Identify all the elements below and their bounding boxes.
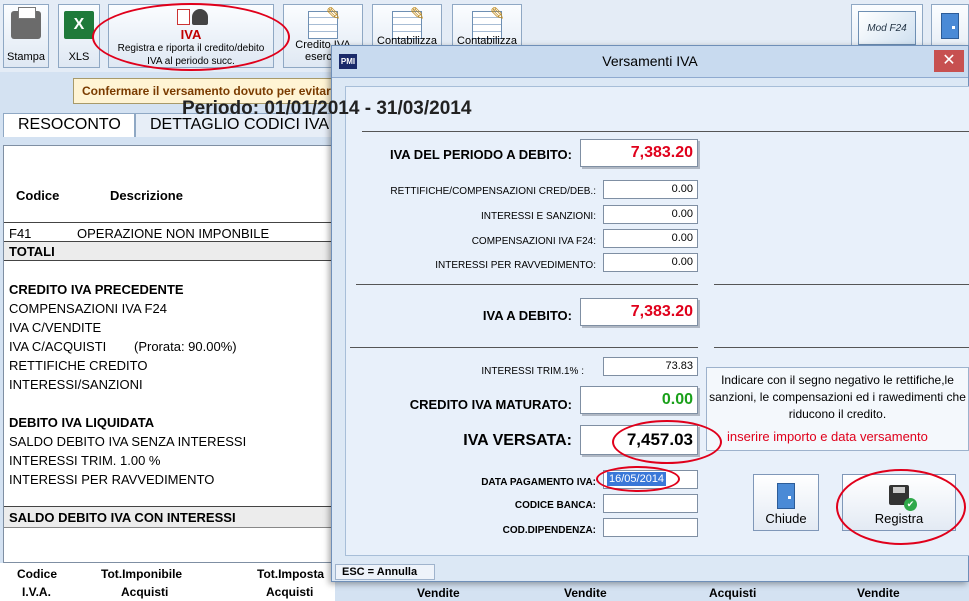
stampa-label: Stampa <box>7 51 45 63</box>
table-rule <box>4 222 334 223</box>
col-descrizione-header: Descrizione <box>110 188 183 203</box>
credito-label: CREDITO IVA MATURATO: <box>409 397 572 412</box>
totali-label: TOTALI <box>9 244 55 259</box>
stampa-button[interactable]: Stampa <box>3 4 49 68</box>
interessi-trim-label: INTERESSI TRIM.1% : <box>481 366 584 377</box>
table-rule <box>4 260 334 261</box>
iva-button[interactable]: IVA Registra e riporta il credito/debito… <box>108 4 274 68</box>
xls-label: XLS <box>68 51 90 63</box>
separator <box>714 284 969 285</box>
interessi-ravv-label: INTERESSI PER RAVVEDIMENTO <box>9 472 215 487</box>
interessi-sanzioni-label: INTERESSI/SANZIONI <box>9 377 143 392</box>
iva-periodo-label: IVA DEL PERIODO A DEBITO: <box>389 147 572 162</box>
data-pagamento-field[interactable]: 16/05/2014 <box>603 470 698 489</box>
separator <box>714 347 969 348</box>
chiude-button[interactable]: Chiude <box>753 474 819 531</box>
cod-dipendenza-label: COD.DIPENDENZA: <box>502 525 596 536</box>
xls-button[interactable]: X XLS <box>58 4 100 68</box>
excel-icon: X <box>64 11 94 39</box>
compensazioni-field[interactable]: 0.00 <box>603 229 698 248</box>
chiude-label: Chiude <box>765 511 807 526</box>
credito-precedente-label: CREDITO IVA PRECEDENTE <box>9 282 184 297</box>
row-description: OPERAZIONE NON IMPONBILE <box>77 226 270 241</box>
spreadsheet-edit-icon <box>308 4 341 39</box>
col-codice-header: Codice <box>16 188 60 203</box>
footer-acquisti-3: Acquisti <box>709 586 757 600</box>
pmi-logo-icon: PMI <box>339 54 357 69</box>
data-pagamento-value: 16/05/2014 <box>607 472 667 486</box>
dialog-title: Versamenti IVA <box>602 53 698 69</box>
separator <box>356 284 698 285</box>
registra-label: Registra <box>874 511 924 526</box>
iva-desc-line-2: IVA al periodo succ. <box>147 56 235 67</box>
iva-periodo-field[interactable]: 7,383.20 <box>580 139 698 167</box>
iva-debito-field[interactable]: 7,383.20 <box>580 298 698 326</box>
codice-banca-label: CODICE BANCA: <box>514 500 596 511</box>
periodo-title: Periodo: 01/01/2014 - 31/03/2014 <box>182 98 472 119</box>
footer-tot-imponibile: Tot.Imponibile <box>101 567 183 581</box>
iva-description: Registra e riporta il credito/debito IVA… <box>109 42 273 68</box>
tab-resoconto[interactable]: RESOCONTO <box>3 113 135 137</box>
door-icon <box>777 483 795 509</box>
footer-iva: I.V.A. <box>22 585 51 599</box>
door-icon <box>941 13 959 39</box>
compensazioni-label: COMPENSAZIONI IVA F24: <box>471 236 596 247</box>
footer-codice: Codice <box>17 567 58 581</box>
versata-field[interactable]: 7,457.03 <box>580 425 698 455</box>
footer-tot-imposta: Tot.Imposta <box>257 567 325 581</box>
printer-icon <box>11 7 41 39</box>
iva-acquisti-label: IVA C/ACQUISTI <box>9 339 107 354</box>
iva-icon <box>177 9 209 25</box>
compensazioni-label: COMPENSAZIONI IVA F24 <box>9 301 167 316</box>
separator <box>362 131 969 132</box>
status-bar: ESC = Annulla <box>335 564 435 580</box>
rettifiche-field[interactable]: 0.00 <box>603 180 698 199</box>
registra-button[interactable]: Registra <box>842 474 956 531</box>
iva-debito-label: IVA A DEBITO: <box>482 308 572 323</box>
data-pagamento-label: DATA PAGAMENTO IVA: <box>481 477 596 488</box>
interessi-trim-label: INTERESSI TRIM. 1.00 % <box>9 453 161 468</box>
save-icon <box>889 485 917 511</box>
versata-label: IVA VERSATA: <box>463 432 572 449</box>
rettifiche-label: RETTIFICHE/COMPENSAZIONI CRED/DEB.: <box>390 186 596 197</box>
codice-banca-field[interactable] <box>603 494 698 513</box>
f24-form-icon: Mod F24 <box>858 11 916 45</box>
info-text: Indicare con il segno negativo le rettif… <box>709 373 966 421</box>
separator <box>350 347 698 348</box>
iva-vendite-label: IVA C/VENDITE <box>9 320 102 335</box>
prorata-label: (Prorata: 90.00%) <box>134 339 237 354</box>
interessi-sanzioni-field[interactable]: 0.00 <box>603 205 698 224</box>
footer-header: Codice I.V.A. Tot.Imponibile Acquisti To… <box>0 563 335 601</box>
interessi-sanzioni-label: INTERESSI E SANZIONI: <box>480 211 596 222</box>
close-icon[interactable]: ✕ <box>934 50 964 72</box>
iva-title: IVA <box>180 27 202 42</box>
interessi-trim-field[interactable]: 73.83 <box>603 357 698 376</box>
footer-acquisti-1: Acquisti <box>121 585 169 599</box>
rettifiche-label: RETTIFICHE CREDITO <box>9 358 148 373</box>
hint-text: inserire importo e data versamento <box>727 429 928 444</box>
credito-field[interactable]: 0.00 <box>580 386 698 414</box>
footer-vendite-3: Vendite <box>857 586 900 600</box>
debito-liquidata-label: DEBITO IVA LIQUIDATA <box>9 415 155 430</box>
ravvedimento-field[interactable]: 0.00 <box>603 253 698 272</box>
footer-acquisti-2: Acquisti <box>266 585 314 599</box>
iva-desc-line-1: Registra e riporta il credito/debito <box>117 43 265 54</box>
ravvedimento-label: INTERESSI PER RAVVEDIMENTO: <box>435 260 596 271</box>
footer-vendite-1: Vendite <box>417 586 460 600</box>
saldo-senza-label: SALDO DEBITO IVA SENZA INTERESSI <box>9 434 247 449</box>
cod-dipendenza-field[interactable] <box>603 518 698 537</box>
saldo-con-label: SALDO DEBITO IVA CON INTERESSI <box>9 510 236 525</box>
dialog-title-bar[interactable]: PMI Versamenti IVA ✕ <box>332 46 968 78</box>
footer-vendite-2: Vendite <box>564 586 607 600</box>
report-panel: Codice Descrizione F41 OPERAZIONE NON IM… <box>3 145 335 563</box>
row-code: F41 <box>9 226 32 241</box>
